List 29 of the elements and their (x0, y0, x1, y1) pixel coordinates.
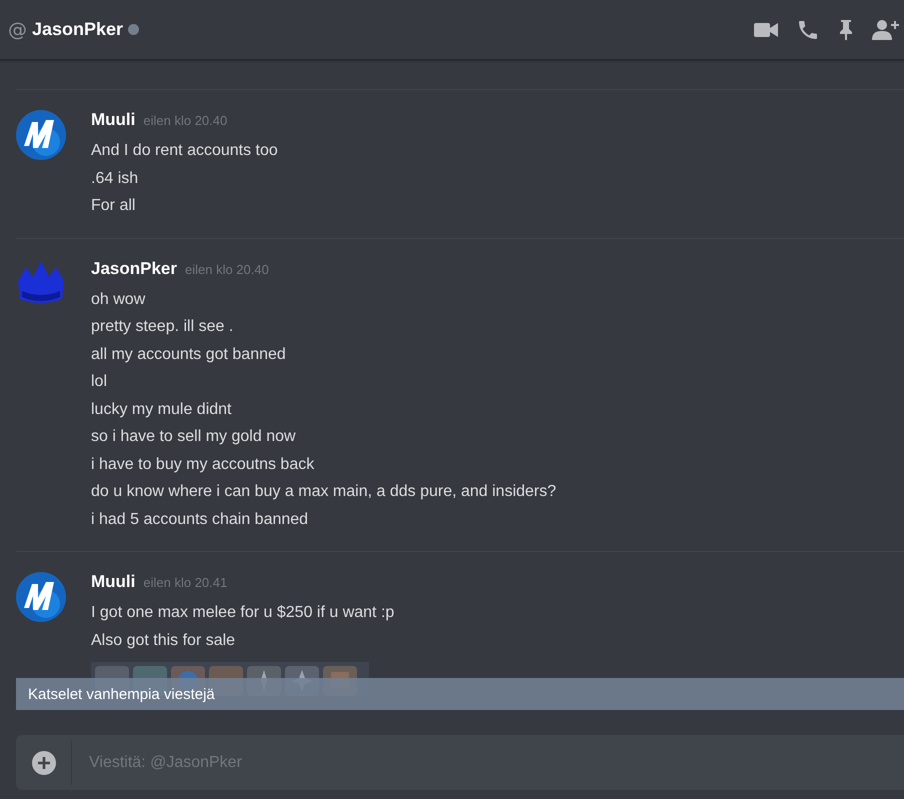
message-text: .64 ish (91, 168, 140, 188)
message-text: I got one max melee for u $250 if u want :p (91, 603, 394, 623)
avatar[interactable] (16, 572, 66, 622)
pin-icon[interactable] (838, 18, 854, 40)
message-text: lol (91, 372, 108, 392)
message-text: lucky my mule didnt (91, 400, 232, 420)
message-text: all my accounts got banned (91, 344, 287, 364)
message-text: For all (91, 196, 136, 216)
older-messages-bar[interactable]: Katselet vanhempia viestejä (16, 678, 904, 710)
avatar[interactable] (16, 110, 66, 160)
timestamp: eilen klo 20.40 (143, 113, 228, 128)
author-name[interactable]: Muuli (91, 572, 136, 592)
message-text: And I do rent accounts too (91, 141, 278, 161)
at-sign: @ (8, 18, 27, 40)
channel-title: JasonPker (32, 19, 124, 40)
message-text: Also got this for sale (91, 630, 236, 650)
add-attachment-icon[interactable] (32, 750, 56, 774)
message-text: i had 5 accounts chain banned (91, 510, 310, 530)
video-camera-icon[interactable] (754, 22, 778, 38)
author-name[interactable]: JasonPker (91, 258, 177, 278)
message-text: do u know where i can buy a max main, a dds pure, and insiders? (91, 482, 556, 502)
timestamp: eilen klo 20.41 (143, 575, 228, 590)
timestamp: eilen klo 20.40 (185, 262, 269, 276)
message-text: i have to buy my accoutns back (91, 454, 316, 474)
author-name[interactable]: Muuli (91, 110, 136, 130)
add-user-icon[interactable] (872, 18, 900, 40)
message-text: pretty steep. ill see . (91, 317, 234, 337)
message-text: oh wow (91, 290, 146, 310)
message-text: so i have to sell my gold now (91, 427, 297, 447)
